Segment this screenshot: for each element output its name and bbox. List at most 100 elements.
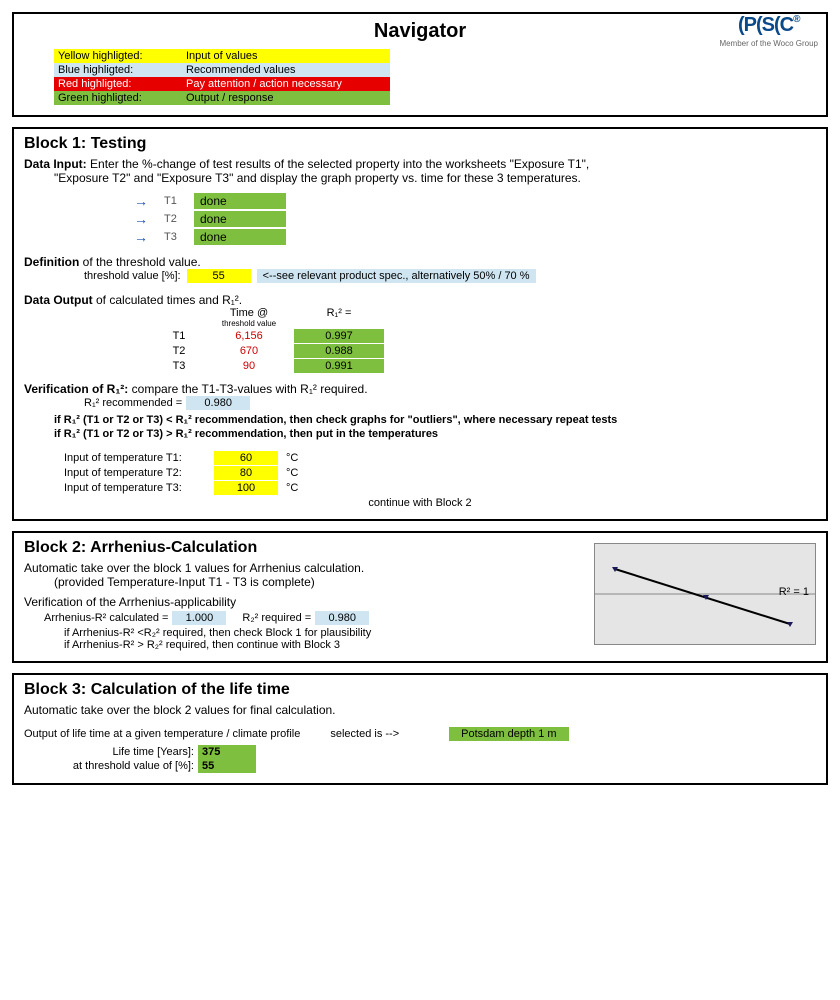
threshold-label: threshold value [%]:	[84, 270, 181, 282]
life-label: Life time [Years]:	[54, 746, 198, 758]
block2: Block 2: Arrhenius-Calculation Automatic…	[12, 531, 828, 663]
definition-label: Definition	[24, 255, 79, 269]
block3-out-label: Output of life time at a given temperatu…	[24, 728, 300, 740]
rule2: if R₁² (T1 or T2 or T3) > R₁² recommenda…	[54, 428, 816, 440]
threshold-value-input[interactable]: 55	[187, 269, 251, 283]
page-title: Navigator	[24, 20, 816, 43]
data-input-label: Data Input:	[24, 157, 87, 171]
navigator-header: Navigator (P(S(C® Member of the Woco Gro…	[12, 12, 828, 117]
arrow-icon: →	[134, 229, 164, 245]
life-thresh-val: 55	[198, 759, 256, 773]
output-table: Time @ threshold value R₁² = T1 6,156 0.…	[154, 307, 816, 373]
t3-status: done	[194, 229, 286, 245]
arrhenius-chart: R² = 1	[594, 543, 816, 645]
life-time-row: Life time [Years]: 375	[54, 745, 816, 759]
table-t2: T2	[154, 345, 204, 357]
block2-line1: Automatic take over the block 1 values f…	[24, 561, 582, 575]
table-t1-r: 0.997	[294, 329, 384, 343]
continue-block2: continue with Block 2	[24, 497, 816, 509]
temp-t1-label: Input of temperature T1:	[64, 452, 214, 464]
temp-t3-unit: °C	[286, 482, 298, 494]
legend-yellow-desc: Input of values	[182, 49, 390, 63]
table-t3: T3	[154, 360, 204, 372]
status-row-t1: → T1 done	[134, 193, 816, 209]
life-val: 375	[198, 745, 256, 759]
t2-label: T2	[164, 213, 194, 225]
rule1: if R₁² (T1 or T2 or T3) < R₁² recommenda…	[54, 414, 816, 426]
block1-title: Block 1: Testing	[24, 135, 816, 153]
data-output-line: Data Output of calculated times and R₁².	[24, 293, 816, 307]
legend-blue-desc: Recommended values	[182, 63, 390, 77]
verif-rest: compare the T1-T3-values with R₁² requir…	[128, 382, 367, 396]
block3: Block 3: Calculation of the life time Au…	[12, 673, 828, 785]
block2-verif: Verification of the Arrhenius-applicabil…	[24, 595, 582, 609]
block3-selected-val: Potsdam depth 1 m	[449, 727, 568, 741]
table-t2-r: 0.988	[294, 344, 384, 358]
r-rec-value: 0.980	[186, 396, 250, 410]
data-input-text2: "Exposure T2" and "Exposure T3" and disp…	[54, 171, 816, 185]
table-t1-time: 6,156	[204, 330, 294, 342]
psc-logo-text: (P(S(C®	[719, 14, 818, 37]
data-input-text: Enter the %-change of test results of th…	[90, 157, 589, 171]
arrhenius-values: Arrhenius-R² calculated = 1.000 R₂² requ…	[44, 611, 582, 625]
t2-status: done	[194, 211, 286, 227]
temp-t1-unit: °C	[286, 452, 298, 464]
legend: Yellow highligted: Input of values Blue …	[54, 49, 394, 105]
legend-green-desc: Output / response	[182, 91, 390, 105]
block1-data-input: Data Input: Enter the %-change of test r…	[24, 157, 816, 171]
block3-selected-label: selected is -->	[330, 728, 399, 740]
temp-input-t2: Input of temperature T2: 80 °C	[64, 466, 816, 480]
table-t1: T1	[154, 330, 204, 342]
block2-line2: (provided Temperature-Input T1 - T3 is c…	[54, 575, 582, 589]
verif-label: Verification of R₁²:	[24, 382, 128, 396]
t1-label: T1	[164, 195, 194, 207]
arr-req-val: 0.980	[315, 611, 369, 625]
arr-req-label: R₂² required =	[242, 612, 311, 624]
temp-t3-input[interactable]: 100	[214, 481, 278, 495]
definition-rest: of the threshold value.	[79, 255, 200, 269]
block2-rule2: if Arrhenius-R² > R₂² required, then con…	[64, 639, 582, 651]
threshold-hint: <--see relevant product spec., alternati…	[257, 269, 536, 283]
data-output-label: Data Output	[24, 293, 93, 307]
table-t3-r: 0.991	[294, 359, 384, 373]
chart-r2-label: R² = 1	[779, 586, 809, 598]
block3-output-row: Output of life time at a given temperatu…	[24, 727, 816, 741]
r-header: R₁² =	[294, 307, 384, 328]
r-rec-label: R₁² recommended =	[84, 397, 182, 409]
t3-label: T3	[164, 231, 194, 243]
definition-line: Definition of the threshold value.	[24, 255, 816, 269]
legend-yellow-label: Yellow highligted:	[54, 49, 182, 63]
psc-logo-subtitle: Member of the Woco Group	[719, 39, 818, 48]
psc-logo: (P(S(C® Member of the Woco Group	[719, 14, 818, 48]
temp-t2-label: Input of temperature T2:	[64, 467, 214, 479]
life-threshold-row: at threshold value of [%]: 55	[54, 759, 816, 773]
legend-blue-label: Blue highligted:	[54, 63, 182, 77]
temp-t1-input[interactable]: 60	[214, 451, 278, 465]
status-row-t3: → T3 done	[134, 229, 816, 245]
t1-status: done	[194, 193, 286, 209]
temp-input-t3: Input of temperature T3: 100 °C	[64, 481, 816, 495]
status-row-t2: → T2 done	[134, 211, 816, 227]
legend-green-label: Green highligted:	[54, 91, 182, 105]
temp-t2-input[interactable]: 80	[214, 466, 278, 480]
block1: Block 1: Testing Data Input: Enter the %…	[12, 127, 828, 521]
table-t2-time: 670	[204, 345, 294, 357]
temp-t3-label: Input of temperature T3:	[64, 482, 214, 494]
threshold-row: threshold value [%]: 55 <--see relevant …	[84, 269, 816, 283]
arrow-icon: →	[134, 211, 164, 227]
arr-calc-val: 1.000	[172, 611, 226, 625]
block3-title: Block 3: Calculation of the life time	[24, 681, 816, 699]
block2-title: Block 2: Arrhenius-Calculation	[24, 539, 582, 557]
life-thresh-label: at threshold value of [%]:	[54, 760, 198, 772]
arr-calc-label: Arrhenius-R² calculated =	[44, 612, 168, 624]
r-recommended-row: R₁² recommended = 0.980	[84, 396, 816, 410]
arrow-icon: →	[134, 193, 164, 209]
block3-line1: Automatic take over the block 2 values f…	[24, 703, 816, 717]
legend-red-desc: Pay attention / action necessary	[182, 77, 390, 91]
legend-red-label: Red highligted:	[54, 77, 182, 91]
verification-line: Verification of R₁²: compare the T1-T3-v…	[24, 382, 816, 396]
data-output-rest: of calculated times and R₁².	[93, 293, 242, 307]
table-t3-time: 90	[204, 360, 294, 372]
block2-rule1: if Arrhenius-R² <R₂² required, then chec…	[64, 627, 582, 639]
time-header: Time @ threshold value	[204, 307, 294, 328]
